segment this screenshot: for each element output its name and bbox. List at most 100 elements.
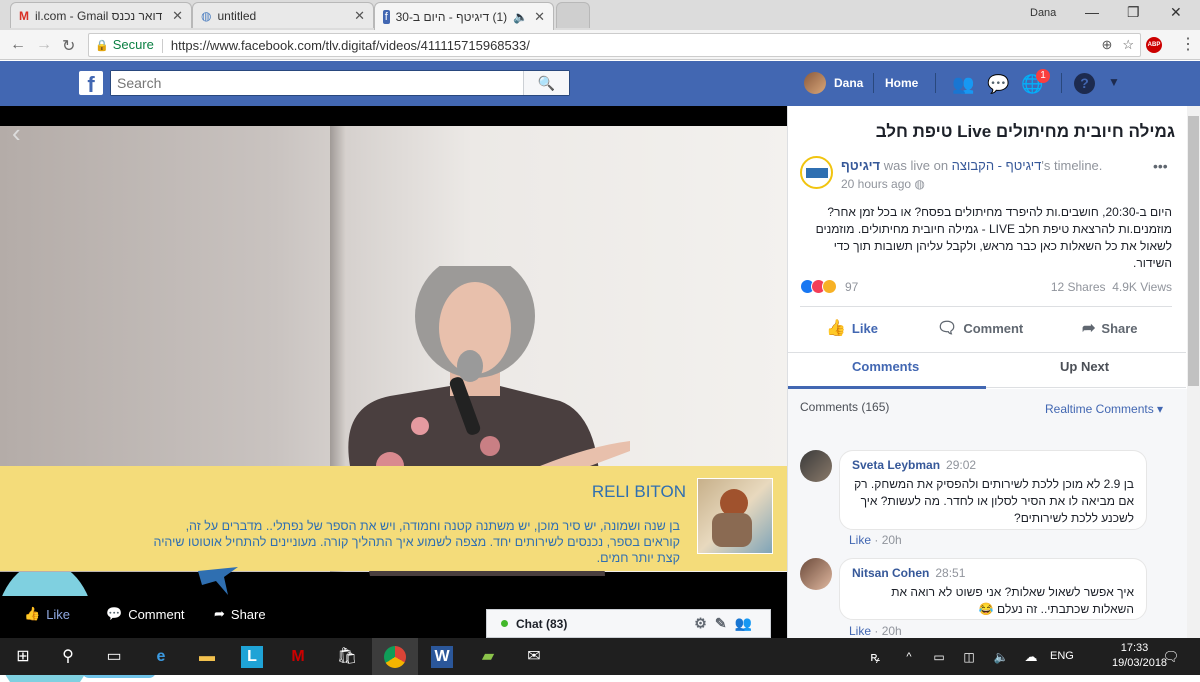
search-icon[interactable]: ⚲ bbox=[57, 646, 79, 668]
back-icon[interactable]: ← bbox=[10, 36, 26, 54]
tab-untitled[interactable]: ◍ untitled ✕ bbox=[192, 2, 374, 28]
close-icon[interactable]: ✕ bbox=[172, 8, 183, 24]
mcafee-icon[interactable]: M bbox=[287, 646, 309, 668]
comment-like-link[interactable]: Like bbox=[849, 533, 871, 547]
comment-timestamp[interactable]: 28:51 bbox=[935, 566, 965, 580]
divider bbox=[873, 73, 874, 93]
tab-comments[interactable]: Comments bbox=[852, 359, 919, 374]
new-tab-button[interactable] bbox=[556, 2, 590, 28]
home-link[interactable]: Home bbox=[885, 76, 918, 90]
page-avatar[interactable] bbox=[800, 156, 833, 189]
notes-icon[interactable]: ▰ bbox=[477, 646, 499, 668]
comment-age: 20h bbox=[881, 624, 902, 638]
video-share-button[interactable]: ➦ Share bbox=[214, 606, 266, 622]
action-center-icon[interactable]: 🗨 bbox=[1160, 646, 1182, 668]
reload-icon[interactable]: ↻ bbox=[62, 36, 75, 56]
forward-icon[interactable]: → bbox=[36, 36, 52, 54]
windows-start-icon[interactable]: ⊞ bbox=[12, 646, 34, 668]
tab-facebook[interactable]: f (1) דיגיטף - היום ב-30 🔈 ✕ bbox=[374, 2, 554, 30]
comment-icon: 💬 bbox=[106, 606, 123, 621]
thumbs-up-icon: 👍 bbox=[24, 606, 41, 621]
profile-name-link[interactable]: Dana bbox=[834, 76, 863, 90]
chat-bar[interactable]: Chat (83) ⚙✎👥 bbox=[486, 609, 771, 638]
network-icon[interactable]: ◫ bbox=[958, 646, 980, 668]
people-icon[interactable]: ꝶ bbox=[864, 646, 886, 668]
facebook-logo-icon[interactable]: f bbox=[79, 71, 103, 95]
comments-count: Comments (165) bbox=[800, 400, 890, 414]
cloud-icon[interactable]: ☁ bbox=[1020, 646, 1042, 668]
like-label: Like bbox=[851, 320, 878, 336]
url-text: https://www.facebook.com/tlv.digitaf/vid… bbox=[170, 37, 530, 53]
minimize-icon[interactable]: — bbox=[1085, 4, 1099, 20]
post-like-button[interactable]: 👍 Like bbox=[826, 318, 878, 338]
video-comment-button[interactable]: 💬 Comment bbox=[106, 606, 185, 622]
help-icon[interactable]: ? bbox=[1074, 73, 1095, 94]
system-clock[interactable]: 17:33 19/03/2018 bbox=[1112, 641, 1167, 671]
chat-label: Chat (83) bbox=[516, 616, 568, 631]
video-player[interactable]: ‹ RELI BITON בן שנה ושמונה, יש סיר מוכן,… bbox=[0, 106, 787, 682]
video-like-button[interactable]: 👍 Like bbox=[24, 606, 70, 622]
realtime-comments-dropdown[interactable]: Realtime Comments ▾ bbox=[1045, 402, 1163, 416]
gmail-icon: M bbox=[19, 8, 29, 23]
post-share-button[interactable]: ➦ Share bbox=[1082, 318, 1138, 338]
adblock-icon[interactable]: ABP bbox=[1146, 37, 1162, 53]
friend-requests-icon[interactable]: 👥 bbox=[952, 73, 974, 95]
timeline-text: 's timeline. bbox=[1041, 158, 1103, 173]
globe-privacy-icon: ◍ bbox=[914, 177, 925, 191]
scrollbar-thumb[interactable] bbox=[1188, 116, 1199, 386]
divider bbox=[800, 306, 1172, 307]
profile-avatar[interactable] bbox=[804, 72, 826, 94]
tab-up-next[interactable]: Up Next bbox=[1060, 359, 1109, 374]
post-tabs: Comments Up Next bbox=[788, 352, 1186, 388]
star-icon[interactable]: ☆ bbox=[1122, 37, 1134, 53]
post-stats: 12 Shares 4.9K Views bbox=[1000, 280, 1172, 294]
url-field[interactable]: 🔒 Secure https://www.facebook.com/tlv.di… bbox=[88, 33, 1141, 57]
restore-icon[interactable]: ❐ bbox=[1127, 4, 1140, 21]
previous-video-icon[interactable]: ‹ bbox=[12, 118, 21, 149]
post-time[interactable]: 20 hours ago ◍ bbox=[841, 177, 925, 191]
menu-icon[interactable]: ⋮ bbox=[1180, 34, 1196, 54]
share-icon: ➦ bbox=[214, 606, 225, 621]
shares-count[interactable]: 12 Shares bbox=[1051, 280, 1106, 294]
comment-author[interactable]: Sveta Leybman bbox=[852, 458, 940, 472]
comment-timestamp[interactable]: 29:02 bbox=[946, 458, 976, 472]
group-name-link[interactable]: דיגיטף - הקבוצה bbox=[952, 158, 1042, 173]
more-options-icon[interactable]: ••• bbox=[1153, 158, 1168, 174]
volume-icon[interactable]: 🔈 bbox=[990, 646, 1012, 668]
comment-like-link[interactable]: Like bbox=[849, 624, 871, 638]
l-app-icon[interactable]: L bbox=[241, 646, 263, 668]
task-view-icon[interactable]: ▭ bbox=[103, 646, 125, 668]
close-icon[interactable]: ✕ bbox=[534, 9, 545, 25]
zoom-icon[interactable]: ⊕ bbox=[1101, 37, 1112, 53]
page-name-link[interactable]: דיגיטף bbox=[841, 158, 880, 173]
store-icon[interactable]: 🛍 bbox=[336, 646, 358, 668]
views-count: 4.9K Views bbox=[1112, 280, 1172, 294]
mail-icon[interactable]: ✉ bbox=[523, 646, 545, 668]
close-window-icon[interactable]: ✕ bbox=[1170, 4, 1182, 21]
avatar[interactable] bbox=[800, 450, 832, 482]
language-indicator[interactable]: ENG bbox=[1050, 650, 1074, 662]
gear-icon[interactable]: ⚙ bbox=[694, 615, 715, 631]
reactions-summary[interactable]: 97 bbox=[800, 279, 858, 294]
messenger-icon[interactable]: 💬 bbox=[987, 73, 1009, 95]
browser-user[interactable]: Dana bbox=[1030, 7, 1056, 19]
edge-icon[interactable]: e bbox=[150, 646, 172, 668]
avatar[interactable] bbox=[800, 558, 832, 590]
chrome-icon[interactable] bbox=[384, 646, 406, 668]
post-comment-button[interactable]: 🗨 Comment bbox=[937, 318, 1023, 338]
account-dropdown-icon[interactable]: ▼ bbox=[1108, 75, 1120, 89]
browser-tab-bar: M il.com - Gmail דואר נכנס ✕ ◍ untitled … bbox=[0, 0, 1200, 30]
word-icon[interactable]: W bbox=[431, 646, 453, 668]
share-label: Share bbox=[1101, 320, 1138, 336]
search-icon[interactable]: 🔍 bbox=[523, 71, 569, 95]
new-message-icon[interactable]: ✎ bbox=[715, 615, 735, 631]
file-explorer-icon[interactable]: ▬ bbox=[196, 646, 218, 668]
contacts-icon[interactable]: 👥 bbox=[735, 615, 760, 631]
battery-icon[interactable]: ▭ bbox=[928, 646, 950, 668]
comment-text: בן 2.9 לא מוכן ללכת לשירותים ולהפסיק את … bbox=[854, 477, 1134, 525]
tab-gmail[interactable]: M il.com - Gmail דואר נכנס ✕ bbox=[10, 2, 192, 28]
chevron-up-icon[interactable]: ^ bbox=[898, 646, 920, 668]
comment-author[interactable]: Nitsan Cohen bbox=[852, 566, 929, 580]
close-icon[interactable]: ✕ bbox=[354, 8, 365, 24]
search-input[interactable] bbox=[111, 71, 531, 95]
